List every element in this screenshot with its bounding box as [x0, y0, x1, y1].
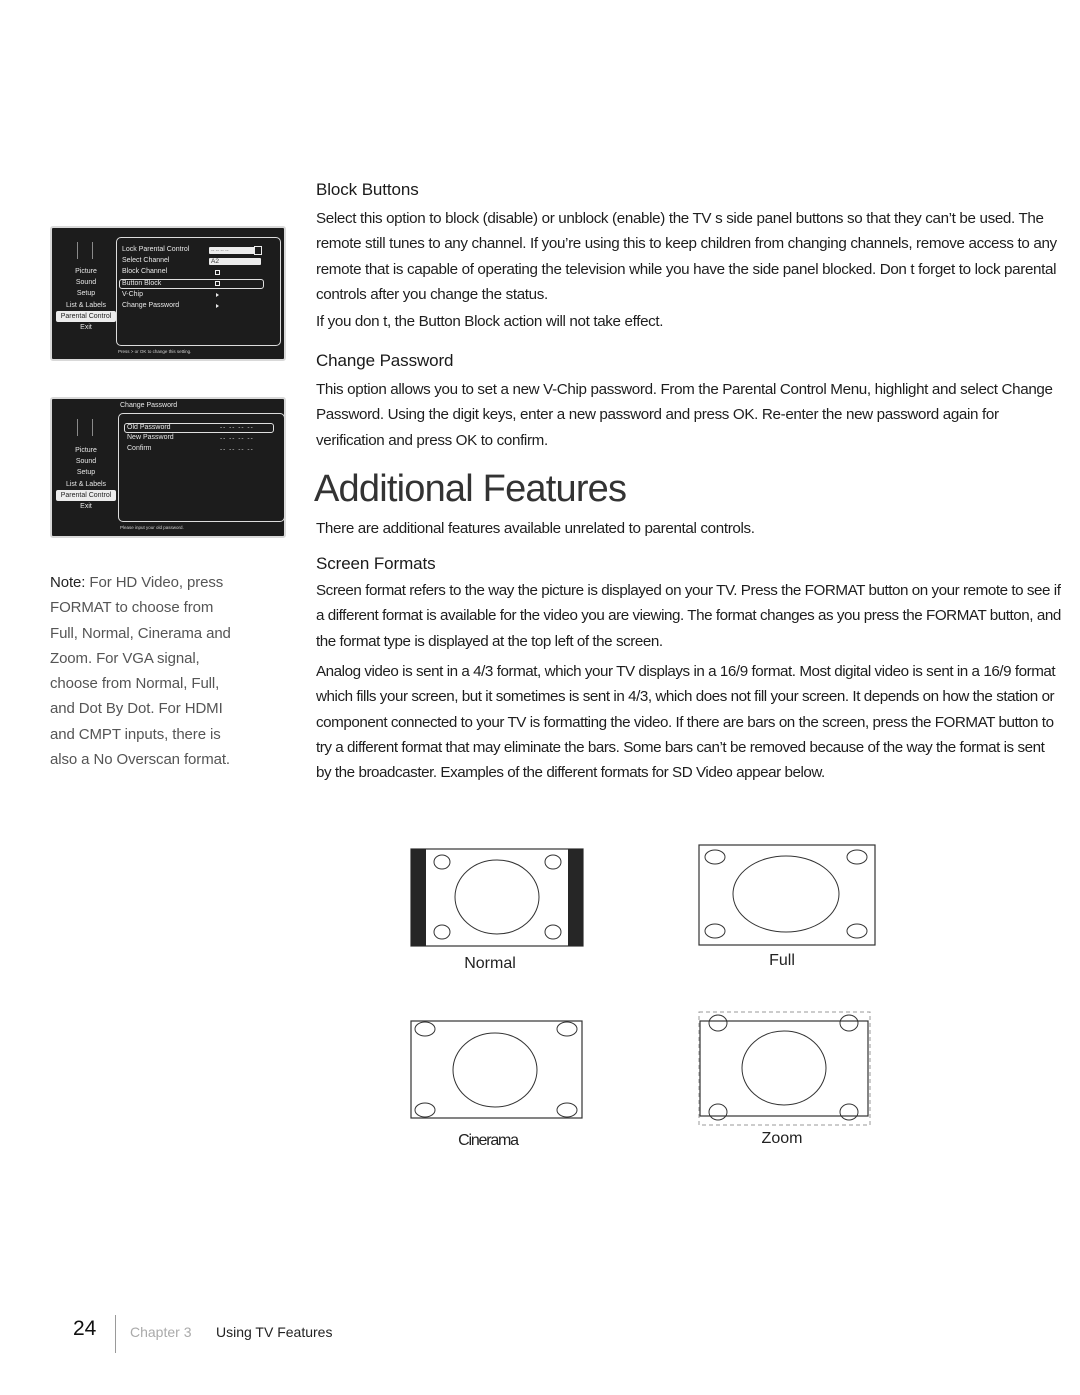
note-label: Note: — [50, 574, 86, 591]
select-channel-field: A2 — [209, 258, 261, 265]
format-label-cinerama: Cinerama — [458, 1132, 519, 1149]
tv-row-label: V-Chip — [122, 291, 144, 298]
tv-nav-item: Setup — [76, 469, 96, 477]
tv-nav-item: List & Labels — [65, 480, 107, 488]
tv-hint-text: Press > or OK to change this setting. — [118, 349, 192, 354]
footer-chapter: Chapter 3 — [130, 1324, 192, 1340]
tv-row-label: Select Channel — [122, 257, 170, 264]
lock-password-value: -- -- -- -- — [211, 248, 229, 254]
footer-divider — [115, 1315, 116, 1353]
tv-row-label: Lock Parental Control — [122, 246, 190, 253]
tv-nav-menu: Picture Sound Setup List & Labels Parent… — [56, 445, 116, 512]
lock-icon — [254, 246, 262, 255]
block-buttons-heading: Block Buttons — [316, 180, 419, 199]
format-label-full: Full — [769, 952, 795, 969]
tv-menu-title: Change Password — [120, 402, 178, 409]
block-buttons-paragraph: Select this option to block (disable) or… — [316, 210, 1057, 303]
tv-nav-item: Sound — [75, 458, 97, 466]
tv-row-label: New Password — [127, 434, 174, 441]
tv-nav-item: Setup — [76, 290, 96, 298]
note-text: For HD Video, press FORMAT to choose fro… — [50, 574, 231, 769]
password-dashes: -- -- -- -- — [220, 446, 254, 453]
tv-nav-item-selected: Parental Control — [56, 489, 116, 502]
tv-logo-bars — [75, 419, 95, 436]
arrow-right-icon — [216, 293, 219, 297]
page-number: 24 — [73, 1317, 97, 1340]
tv-nav-item: List & Labels — [65, 301, 107, 309]
tv-menu-parental-control: Picture Sound Setup List & Labels Parent… — [50, 226, 286, 361]
letterbox-bar-right — [568, 849, 583, 946]
screen-formats-heading: Screen Formats — [316, 554, 436, 573]
tv-nav-item: Picture — [75, 268, 97, 275]
tv-row-label-highlighted: Button Block — [119, 279, 264, 289]
block-buttons-paragraph-2: If you don t, the Button Block action wi… — [316, 313, 664, 330]
checkbox-icon — [215, 270, 220, 275]
password-dashes: -- -- -- -- — [220, 435, 254, 442]
format-diagram-full — [698, 844, 876, 946]
format-diagram-cinerama — [410, 1020, 583, 1119]
checkbox-icon — [215, 281, 220, 286]
tv-row-label: Block Channel — [122, 268, 168, 275]
format-diagram-zoom — [698, 1011, 871, 1126]
tv-nav-item: Exit — [80, 324, 92, 332]
screen-formats-paragraph: Screen format refers to the way the pict… — [316, 582, 1061, 650]
letterbox-bar-left — [411, 849, 426, 946]
password-dashes: -- -- -- -- — [220, 424, 254, 431]
format-diagram-normal — [410, 848, 584, 947]
tv-nav-item: Picture — [75, 447, 97, 454]
footer-chapter-title: Using TV Features — [216, 1324, 333, 1340]
tv-row-label: Confirm — [127, 445, 152, 452]
section-title: Additional Features — [314, 468, 627, 510]
format-label-normal: Normal — [464, 955, 516, 972]
additional-features-intro: There are additional features available … — [316, 520, 755, 537]
tv-nav-menu: Picture Sound Setup List & Labels Parent… — [56, 266, 116, 333]
tv-nav-item: Sound — [75, 279, 97, 287]
tv-logo-bars — [75, 242, 95, 259]
change-password-paragraph: This option allows you to set a new V-Ch… — [316, 381, 1053, 449]
format-label-zoom: Zoom — [761, 1130, 803, 1147]
tv-nav-item: Exit — [80, 503, 92, 511]
tv-row-label: Change Password — [122, 302, 180, 309]
change-password-heading: Change Password — [316, 351, 454, 370]
sidebar-note: Note: For HD Video, press FORMAT to choo… — [50, 570, 240, 772]
tv-menu-change-password: Change Password Picture Sound Setup List… — [50, 397, 286, 538]
tv-nav-item-selected: Parental Control — [56, 310, 116, 323]
screen-formats-paragraph-2: Analog video is sent in a 4/3 format, wh… — [316, 663, 1056, 782]
arrow-right-icon — [216, 304, 219, 308]
tv-hint-text: Please input your old password. — [120, 525, 184, 530]
